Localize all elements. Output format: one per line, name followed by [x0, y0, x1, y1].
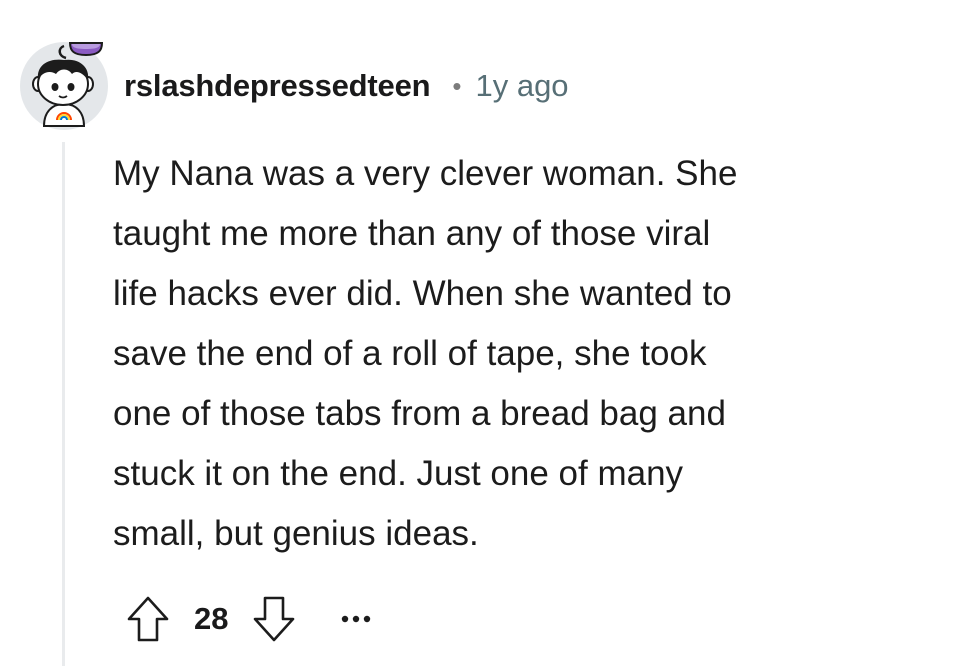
snoo-avatar-icon — [20, 42, 108, 130]
comment-body-line: one of those tabs from a bread bag and — [113, 394, 726, 433]
downvote-button[interactable] — [250, 593, 298, 645]
user-avatar[interactable] — [18, 34, 110, 130]
comment-body-line: taught me more than any of those viral — [113, 214, 711, 253]
upvote-button[interactable] — [124, 593, 172, 645]
author-username[interactable]: rslashdepressedteen — [124, 68, 431, 104]
vote-score: 28 — [194, 601, 229, 636]
meta-separator: • — [452, 70, 462, 101]
more-options-button[interactable] — [334, 597, 378, 641]
comment-body-line: save the end of a roll of tape, she took — [113, 334, 707, 373]
comment-body-line: life hacks ever did. When she wanted to — [113, 274, 732, 313]
arrow-up-icon — [127, 596, 169, 642]
arrow-down-icon — [254, 596, 295, 642]
comment-header: rslashdepressedteen • 1y ago — [124, 66, 569, 106]
thread-line[interactable] — [62, 142, 65, 666]
ellipsis-icon — [342, 615, 371, 623]
comment-body-line: small, but genius ideas. — [113, 514, 479, 553]
comment-actions: 28 — [124, 592, 378, 646]
comment-timestamp[interactable]: 1y ago — [475, 68, 568, 104]
comment-body: My Nana was a very clever woman. She tau… — [113, 144, 913, 564]
comment-body-line: stuck it on the end. Just one of many — [113, 454, 684, 493]
comment: rslashdepressedteen • 1y ago My Nana was… — [0, 0, 954, 666]
comment-body-line: My Nana was a very clever woman. She — [113, 154, 738, 193]
